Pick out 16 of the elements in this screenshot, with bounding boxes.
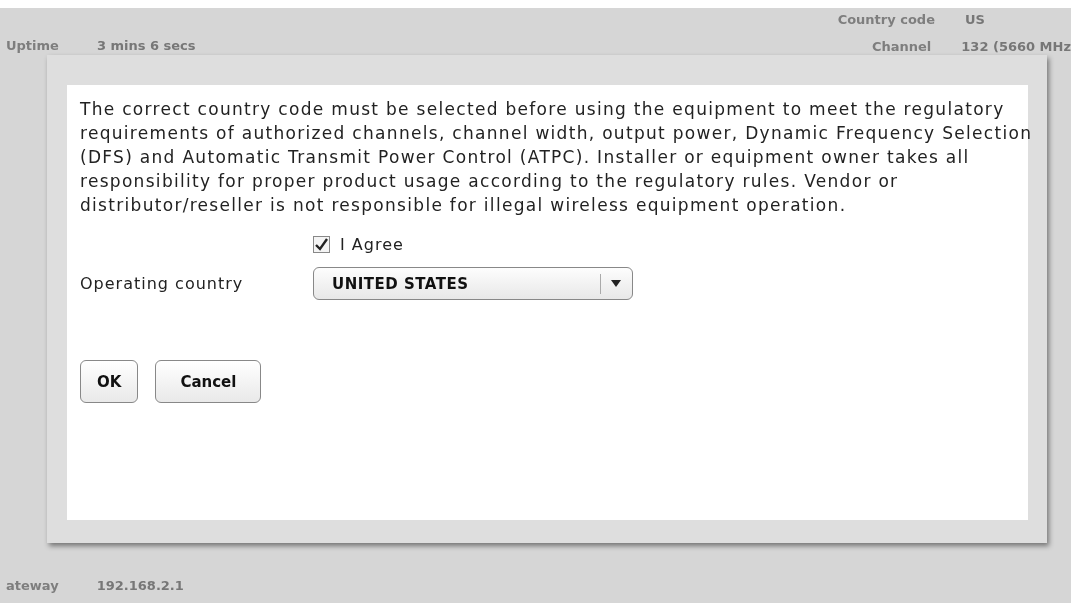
- country-label: Operating country: [80, 274, 245, 293]
- ok-button[interactable]: OK: [80, 360, 139, 403]
- info-label: ateway: [6, 578, 59, 593]
- info-label: Uptime: [6, 38, 59, 53]
- caret-icon: [611, 280, 621, 287]
- info-value: 192.168.2.1: [96, 578, 184, 593]
- agree-label: I Agree: [340, 235, 404, 254]
- info-value: US: [965, 12, 986, 27]
- agree-checkbox[interactable]: [313, 236, 330, 253]
- cancel-button[interactable]: Cancel: [155, 360, 262, 403]
- info-value: 3 mins 6 secs: [96, 38, 196, 53]
- country-select[interactable]: UNITED STATES: [313, 267, 633, 300]
- info-label: Channel: [871, 39, 932, 54]
- info-value: 132 (5660 MHz: [961, 39, 1071, 54]
- info-label: Country code: [837, 12, 935, 27]
- notice-text: The correct country code must be selected before using the equipment to meet the regulatory requirements of authorized channels, channel width, output power, Dynamic Frequency Selection (DFS) and Automatic Transmit Power Control (ATPC). Installer or equipment owner takes all responsibility for proper product usage according to the regulatory rules. Vendor or distributor/reseller is not responsible for illegal wireless equipment operation.: [80, 98, 1034, 217]
